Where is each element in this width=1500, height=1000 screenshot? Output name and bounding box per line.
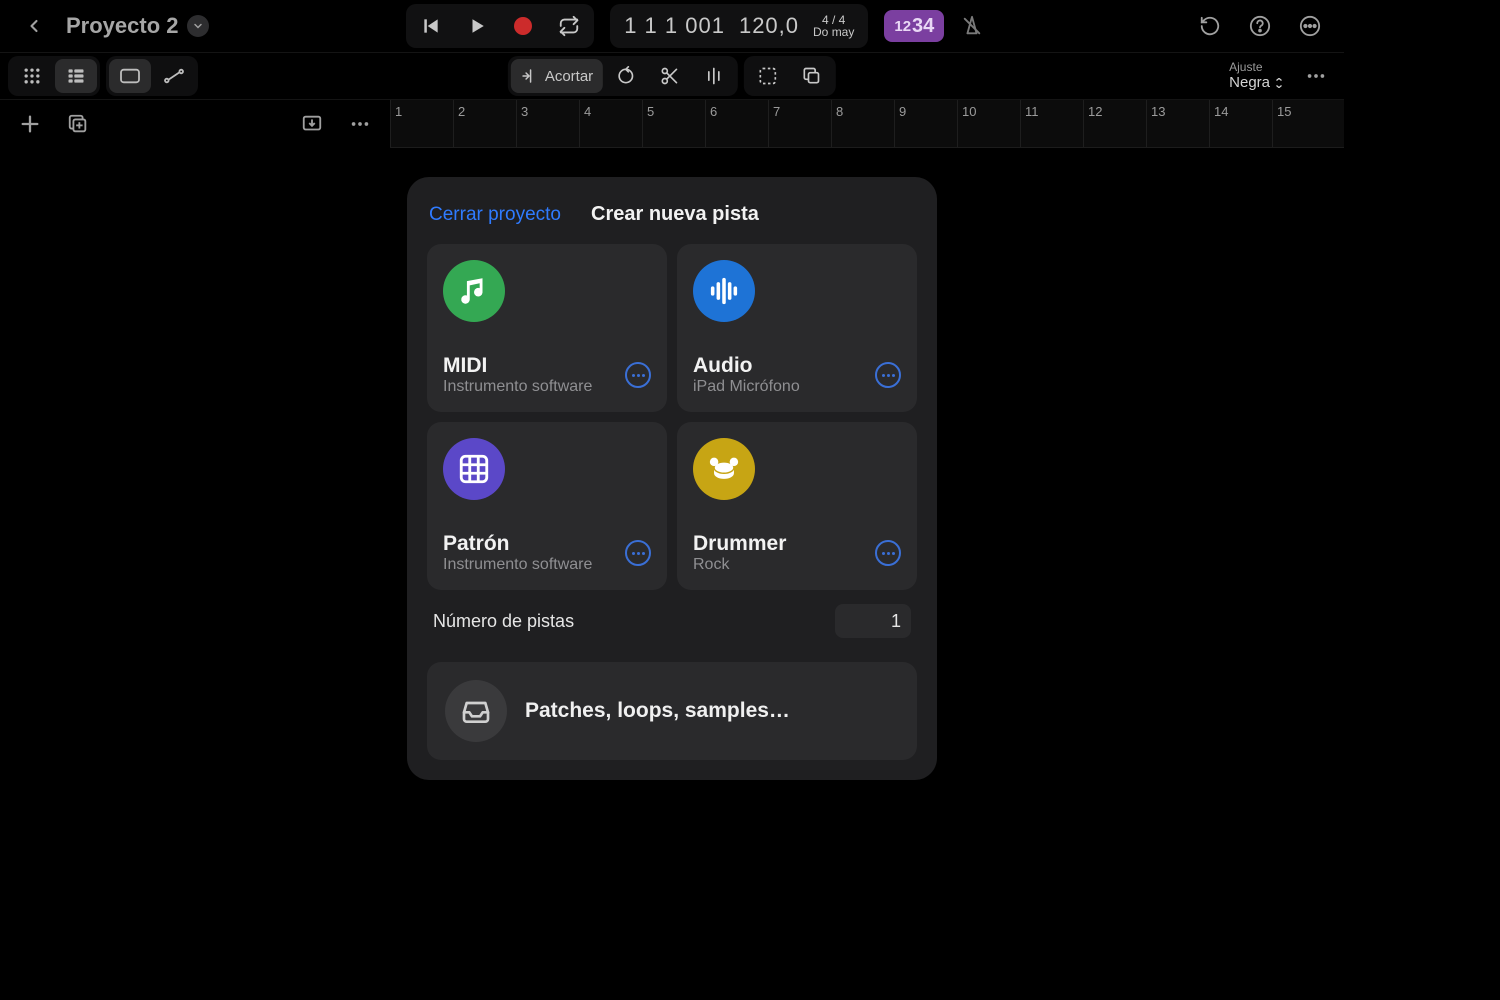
lcd-signature-key: 4 / 4 Do may [813,14,854,38]
trim-tool-label: Acortar [545,68,593,85]
ruler-tick: 12 [1083,100,1102,147]
track-count-field[interactable]: 1 [835,604,911,638]
project-title: Proyecto 2 [66,13,179,39]
ruler-tick: 1 [390,100,402,147]
lcd-tempo: 120,0 [739,13,799,39]
card-title: Audio [693,354,800,378]
toolbar-more-button[interactable] [1296,56,1336,96]
ruler-tick: 4 [579,100,591,147]
lcd-display[interactable]: 1 1 1 001 120,0 4 / 4 Do may [610,4,868,48]
card-subtitle: Rock [693,556,786,574]
track-view-button[interactable] [55,59,97,93]
track-type-card-drummer[interactable]: DrummerRock [677,422,917,590]
beat-display-pill[interactable]: 1234 [884,10,944,42]
automation-view-button[interactable] [153,59,195,93]
marquee-tool-button[interactable] [747,59,789,93]
timeline-ruler[interactable]: 123456789101112131415 [390,100,1344,148]
loop-tool-button[interactable] [605,59,647,93]
help-button[interactable] [1240,6,1280,46]
region-view-button[interactable] [109,59,151,93]
go-to-start-button[interactable] [408,6,454,46]
copy-tool-button[interactable] [791,59,833,93]
card-more-button[interactable] [875,362,901,388]
close-project-button[interactable]: Cerrar proyecto [429,204,561,226]
drummer-icon [693,438,755,500]
snap-label: Ajuste [1229,60,1262,74]
scissors-tool-button[interactable] [649,59,691,93]
ruler-tick: 2 [453,100,465,147]
audio-icon [693,260,755,322]
ruler-tick: 9 [894,100,906,147]
ruler-tick: 7 [768,100,780,147]
view-mode-segment [8,56,100,96]
snap-setting[interactable]: Ajuste Negra [1229,60,1284,92]
card-more-button[interactable] [625,362,651,388]
card-title: Patrón [443,532,592,556]
ruler-tick: 6 [705,100,717,147]
trim-tool-button[interactable]: Acortar [511,59,603,93]
track-type-card-pattern[interactable]: PatrónInstrumento software [427,422,667,590]
play-button[interactable] [454,6,500,46]
track-header-more-button[interactable] [340,104,380,144]
chevron-down-icon [187,15,209,37]
grid-view-button[interactable] [11,59,53,93]
track-type-card-audio[interactable]: AudioiPad Micrófono [677,244,917,412]
import-button[interactable] [292,104,332,144]
split-tool-button[interactable] [693,59,735,93]
ruler-tick: 5 [642,100,654,147]
track-count-label: Número de pistas [433,611,574,632]
record-button[interactable] [500,6,546,46]
duplicate-track-button[interactable] [58,104,98,144]
browser-label: Patches, loops, samples… [525,699,790,723]
record-icon [514,17,532,35]
add-track-button[interactable] [10,104,50,144]
lcd-position: 1 1 1 001 [624,13,725,39]
snap-value: Negra [1229,74,1270,92]
card-title: Drummer [693,532,786,556]
ruler-tick: 13 [1146,100,1165,147]
new-track-modal: Cerrar proyecto Crear nueva pista MIDIIn… [407,177,937,780]
modal-title: Crear nueva pista [591,203,759,226]
back-button[interactable] [14,6,54,46]
card-more-button[interactable] [875,540,901,566]
ruler-tick: 8 [831,100,843,147]
browser-row[interactable]: Patches, loops, samples… [427,662,917,760]
more-menu-button[interactable] [1290,6,1330,46]
card-subtitle: iPad Micrófono [693,378,800,396]
card-more-button[interactable] [625,540,651,566]
cycle-button[interactable] [546,6,592,46]
transport-controls [406,4,594,48]
card-subtitle: Instrumento software [443,378,592,396]
card-title: MIDI [443,354,592,378]
ruler-tick: 3 [516,100,528,147]
metronome-button[interactable] [952,6,992,46]
midi-icon [443,260,505,322]
project-title-wrap[interactable]: Proyecto 2 [66,13,209,39]
ruler-tick: 11 [1020,100,1039,147]
ruler-tick: 14 [1209,100,1228,147]
undo-button[interactable] [1190,6,1230,46]
pattern-icon [443,438,505,500]
region-mode-segment [106,56,198,96]
inbox-icon [445,680,507,742]
track-type-card-midi[interactable]: MIDIInstrumento software [427,244,667,412]
ruler-tick: 10 [957,100,976,147]
ruler-tick: 15 [1272,100,1291,147]
card-subtitle: Instrumento software [443,556,592,574]
